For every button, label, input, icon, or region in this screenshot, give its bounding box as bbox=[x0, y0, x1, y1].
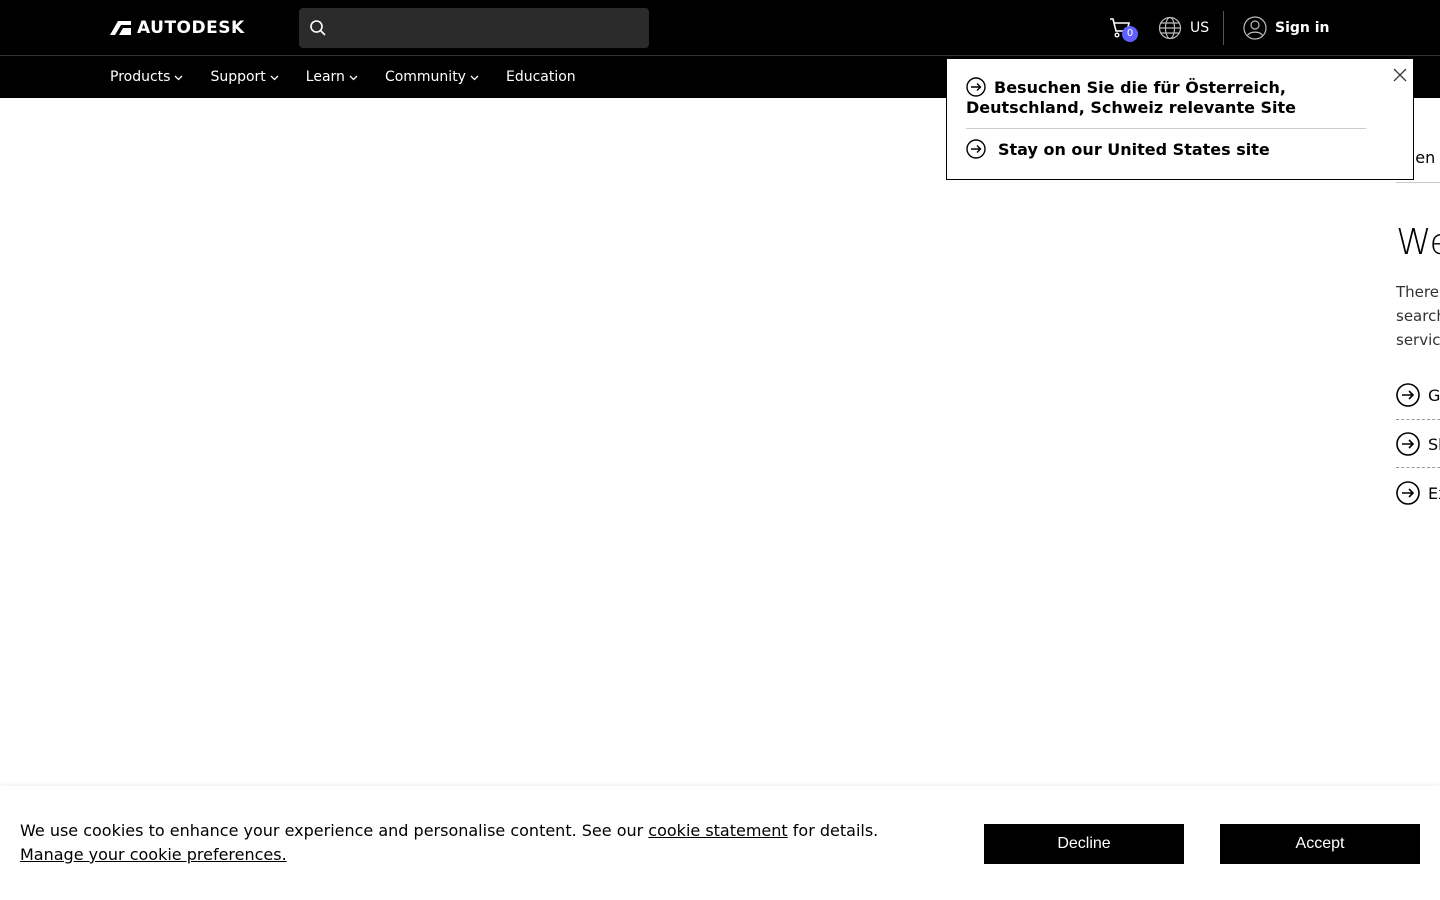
nav-item-label: Products bbox=[110, 69, 171, 85]
content-link-label: Sh bbox=[1428, 434, 1440, 454]
arrow-right-circle-icon bbox=[966, 77, 986, 97]
chevron-down-icon bbox=[349, 75, 358, 80]
content-link-label: Ex bbox=[1428, 483, 1440, 503]
arrow-right-circle-icon bbox=[1396, 481, 1420, 505]
chevron-down-icon bbox=[470, 75, 479, 80]
content-link-3[interactable]: Ex bbox=[1396, 480, 1440, 506]
nav-item-support[interactable]: Support bbox=[210, 69, 279, 85]
cookie-text-before: We use cookies to enhance your experienc… bbox=[20, 821, 649, 840]
popup-divider bbox=[966, 128, 1366, 129]
search-input[interactable] bbox=[299, 8, 649, 48]
cart-button[interactable]: 0 bbox=[1108, 16, 1138, 42]
content-link-2[interactable]: Sh bbox=[1396, 431, 1440, 457]
nav-item-label: Education bbox=[505, 69, 576, 85]
cookie-text-middle: for details. bbox=[787, 821, 879, 840]
paragraph-line: There bbox=[1396, 283, 1439, 301]
region-suggestion-popup: Besuchen Sie die für Österreich, Deutsch… bbox=[946, 58, 1414, 180]
nav-item-community[interactable]: Community bbox=[385, 69, 479, 85]
close-icon[interactable] bbox=[1393, 68, 1407, 82]
content-paragraph: There search servic bbox=[1396, 280, 1440, 352]
nav-item-label: Learn bbox=[305, 69, 345, 85]
cookie-message: We use cookies to enhance your experienc… bbox=[20, 819, 940, 867]
content-link-label: G bbox=[1428, 385, 1440, 405]
cookie-banner: We use cookies to enhance your experienc… bbox=[0, 786, 1440, 900]
sign-in-button[interactable]: Sign in bbox=[1243, 15, 1330, 41]
nav-item-label: Support bbox=[210, 69, 266, 85]
user-icon bbox=[1243, 16, 1267, 40]
autodesk-logo[interactable]: AUTODESK bbox=[110, 17, 245, 39]
nav-item-label: Community bbox=[384, 69, 466, 85]
page-heading: We bbox=[1396, 222, 1440, 263]
stay-us-site-label: Stay on our United States site bbox=[998, 139, 1270, 159]
decline-button[interactable]: Decline bbox=[984, 824, 1184, 864]
nav-list: Products Support Learn Community Educati… bbox=[110, 56, 603, 98]
visit-local-site-label: Besuchen Sie die für Österreich, Deutsch… bbox=[966, 78, 1297, 117]
arrow-right-circle-icon bbox=[1396, 432, 1420, 456]
search-icon bbox=[310, 20, 326, 36]
top-header: AUTODESK 0 US Sign in bbox=[0, 0, 1440, 56]
visit-local-site-link[interactable]: Besuchen Sie die für Österreich, Deutsch… bbox=[966, 77, 1366, 118]
globe-icon bbox=[1158, 16, 1182, 40]
cookie-statement-link[interactable]: cookie statement bbox=[648, 821, 787, 840]
stay-us-site-link[interactable]: Stay on our United States site bbox=[966, 139, 1270, 159]
content-link-1[interactable]: G bbox=[1396, 382, 1440, 408]
paragraph-line: servic bbox=[1396, 331, 1440, 349]
header-divider bbox=[1223, 11, 1224, 45]
paragraph-line: search bbox=[1396, 307, 1440, 325]
region-label: US bbox=[1190, 20, 1210, 36]
region-selector[interactable]: US bbox=[1158, 15, 1209, 41]
content-divider bbox=[1396, 182, 1440, 183]
arrow-right-circle-icon bbox=[1396, 383, 1420, 407]
nav-item-education[interactable]: Education bbox=[506, 69, 576, 85]
nav-item-products[interactable]: Products bbox=[110, 69, 183, 85]
accept-button[interactable]: Accept bbox=[1220, 824, 1420, 864]
chevron-down-icon bbox=[270, 75, 279, 80]
cart-count-badge: 0 bbox=[1122, 26, 1138, 42]
manage-cookie-preferences-link[interactable]: Manage your cookie preferences. bbox=[20, 845, 287, 864]
sign-in-label: Sign in bbox=[1275, 20, 1330, 36]
autodesk-logo-icon bbox=[110, 21, 131, 35]
nav-item-learn[interactable]: Learn bbox=[306, 69, 358, 85]
chevron-down-icon bbox=[174, 75, 183, 80]
arrow-right-circle-icon bbox=[966, 139, 986, 159]
logo-text: AUTODESK bbox=[137, 18, 245, 38]
content-link-divider bbox=[1396, 419, 1440, 420]
content-link-divider bbox=[1396, 467, 1440, 468]
